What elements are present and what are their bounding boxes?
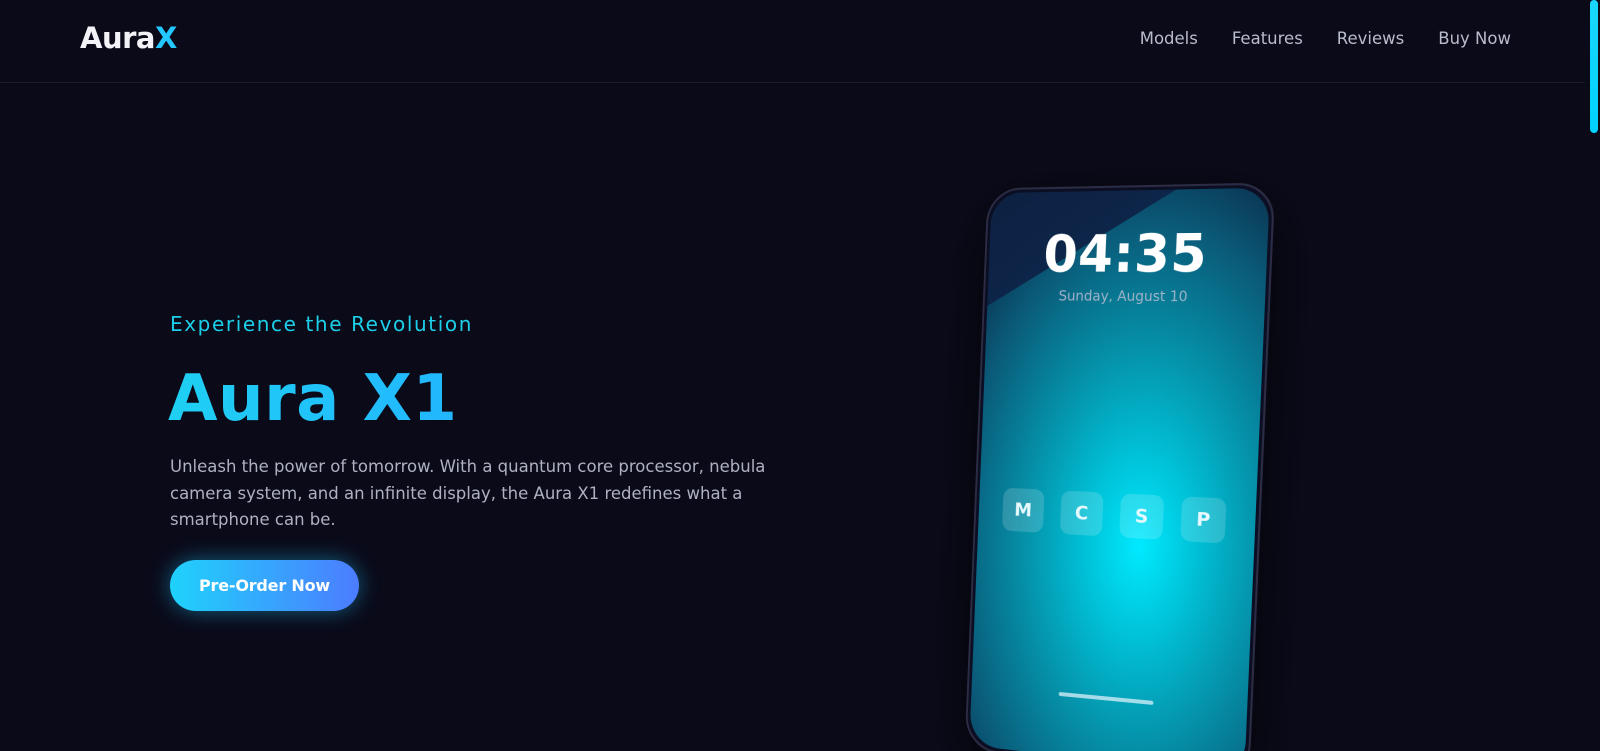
app-icon-m[interactable]: M [1002,488,1045,533]
phone-mockup: 04:35 Sunday, August 10 M C S P [965,182,1276,751]
brand-logo[interactable]: AuraX [80,19,177,57]
lockscreen-clock: 04:35 [988,223,1268,285]
hero-eyebrow: Experience the Revolution [170,310,473,338]
phone-screen: 04:35 Sunday, August 10 M C S P [969,188,1270,751]
lockscreen-date: Sunday, August 10 [987,287,1265,308]
app-row: M C S P [1002,488,1227,544]
page: AuraX Models Features Reviews Buy Now Ex… [0,0,1600,751]
logo-accent-text: X [155,21,177,55]
app-icon-c[interactable]: C [1060,490,1104,536]
main-nav: Models Features Reviews Buy Now [1140,27,1511,51]
nav-link-buy-now[interactable]: Buy Now [1438,27,1511,51]
home-indicator [1058,692,1153,705]
scrollbar-thumb[interactable] [1590,0,1598,133]
app-icon-s[interactable]: S [1119,493,1164,540]
nav-link-features[interactable]: Features [1232,27,1303,51]
nav-link-models[interactable]: Models [1140,27,1198,51]
pre-order-button[interactable]: Pre-Order Now [170,560,359,611]
logo-text: Aura [80,21,155,55]
hero-description: Unleash the power of tomorrow. With a qu… [170,454,790,534]
page-scrollbar[interactable] [1585,0,1600,751]
hero-title: Aura X1 [168,357,458,441]
app-icon-p[interactable]: P [1180,496,1226,543]
phone-frame: 04:35 Sunday, August 10 M C S P [965,182,1276,751]
site-header: AuraX Models Features Reviews Buy Now [0,0,1585,83]
nav-link-reviews[interactable]: Reviews [1337,27,1404,51]
